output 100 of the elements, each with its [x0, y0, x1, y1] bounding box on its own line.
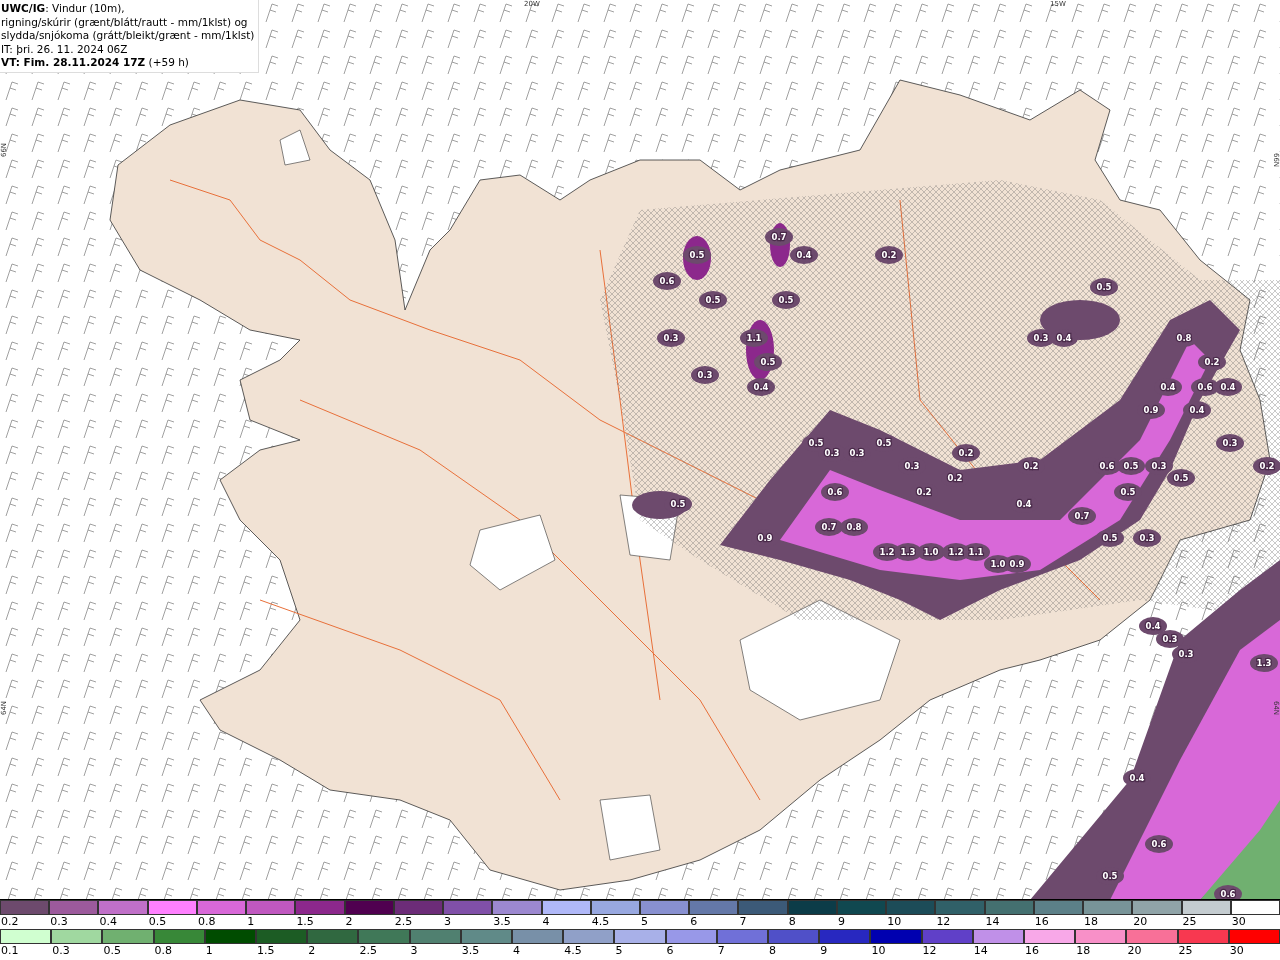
- legend-label: 8: [787, 915, 797, 929]
- legend-label: 0.2: [0, 915, 20, 929]
- legend-label: 9: [819, 944, 829, 958]
- legend-label: 5: [640, 915, 649, 929]
- precipitation-value: 0.3: [824, 448, 840, 458]
- legend-label: 30: [1230, 915, 1247, 929]
- legend-label: 10: [870, 944, 887, 958]
- legend-label: 14: [972, 944, 989, 958]
- legend-label: 4: [541, 915, 551, 929]
- legend-label: 25: [1177, 944, 1194, 958]
- legend-label: 3.5: [492, 915, 512, 929]
- legend-label: 0.1: [0, 944, 20, 958]
- legend-label: 14: [984, 915, 1001, 929]
- legend-label: 7: [716, 944, 726, 958]
- precipitation-value: 0.6: [1220, 889, 1236, 899]
- precipitation-value: 0.4: [1129, 773, 1145, 783]
- legend-label: 2: [344, 915, 354, 929]
- legend-label: 0.3: [51, 944, 71, 958]
- legend-label: 3.5: [460, 944, 481, 958]
- precipitation-value: 0.6: [1197, 382, 1213, 392]
- legend-label: 6: [665, 944, 675, 958]
- legend-label: 1: [204, 944, 214, 958]
- precipitation-value: 1.1: [968, 547, 984, 557]
- precipitation-value: 0.6: [1099, 461, 1115, 471]
- precipitation-value: 0.7: [821, 522, 837, 532]
- precipitation-value: 0.5: [876, 438, 892, 448]
- legend-label: 20: [1132, 915, 1149, 929]
- precipitation-value: 0.8: [846, 522, 862, 532]
- precipitation-value: 0.5: [1123, 461, 1139, 471]
- precipitation-value: 1.3: [900, 547, 916, 557]
- legend-label: 5: [614, 944, 624, 958]
- precipitation-value: 0.6: [1151, 839, 1167, 849]
- precipitation-value: 0.2: [1259, 461, 1275, 471]
- legend-label: 0.5: [102, 944, 122, 958]
- legend-label: 10: [886, 915, 903, 929]
- precipitation-value: 0.2: [881, 250, 897, 260]
- legend-label: 4.5: [563, 944, 583, 958]
- precipitation-value: 1.0: [923, 547, 939, 557]
- legend-label: 16: [1024, 944, 1040, 958]
- precipitation-value: 0.3: [697, 370, 713, 380]
- legend-label: 3: [443, 915, 453, 929]
- legend-label: 7: [738, 915, 748, 929]
- precipitation-value: 1.3: [1256, 658, 1272, 668]
- precipitation-value: 0.3: [1151, 461, 1167, 471]
- legend-label: 0.4: [98, 915, 118, 929]
- precipitation-value: 0.2: [916, 487, 932, 497]
- precipitation-value: 0.5: [778, 295, 794, 305]
- legend-label: 2: [307, 944, 317, 958]
- legend-label: 12: [921, 944, 938, 958]
- precipitation-value: 0.4: [1145, 621, 1161, 631]
- precipitation-value: 0.5: [1173, 473, 1189, 483]
- legend-label: 18: [1083, 915, 1100, 929]
- precipitation-value: 0.4: [1160, 382, 1176, 392]
- precipitation-value: 0.4: [796, 250, 812, 260]
- precipitation-value: 0.3: [1222, 438, 1238, 448]
- precipitation-value: 0.3: [1162, 634, 1178, 644]
- precipitation-value: 0.3: [849, 448, 865, 458]
- precipitation-value: 0.5: [689, 250, 705, 260]
- legend-label: 0.3: [49, 915, 69, 929]
- legend-label: 3: [409, 944, 419, 958]
- precipitation-value: 1.2: [948, 547, 964, 557]
- legend-label: 1: [246, 915, 256, 929]
- legend-label: 12: [935, 915, 952, 929]
- precipitation-value: 0.9: [1143, 405, 1159, 415]
- legend-label: 0.8: [196, 915, 217, 929]
- legend-label: 18: [1075, 944, 1092, 958]
- precipitation-value: 0.4: [753, 382, 769, 392]
- precipitation-value: 0.5: [1102, 533, 1118, 543]
- precipitation-value: 0.2: [947, 473, 963, 483]
- legend-label: 4.5: [590, 915, 611, 929]
- precipitation-value: 0.5: [1102, 871, 1118, 881]
- legend-label: 6: [689, 915, 699, 929]
- caption-line: VT: Fim. 28.11.2024 17Z (+59 h): [1, 56, 190, 70]
- caption-line: rigning/skúrir (grænt/blátt/rautt - mm/1klst) og: [1, 15, 249, 29]
- precipitation-value: 0.5: [670, 499, 686, 509]
- precipitation-value: 0.5: [760, 357, 776, 367]
- legend-label: 1.5: [256, 944, 276, 958]
- precipitation-value: 0.5: [1096, 282, 1112, 292]
- precipitation-value: 0.8: [1176, 333, 1192, 343]
- precipitation-value: 0.2: [1204, 357, 1220, 367]
- precipitation-value: 0.6: [827, 487, 843, 497]
- precipitation-value: 0.9: [757, 533, 773, 543]
- precipitation-value: 0.4: [1056, 333, 1072, 343]
- caption-line: slydda/snjókoma (grátt/bleikt/grænt - mm/1klst): [1, 29, 255, 43]
- caption-line: IT: þri. 26. 11. 2024 06Z: [1, 42, 129, 56]
- legend-label: 1.5: [295, 915, 315, 929]
- precipitation-value: 1.0: [990, 559, 1006, 569]
- precipitation-value: 0.5: [808, 438, 824, 448]
- precipitation-value: 0.3: [663, 333, 679, 343]
- precipitation-value: 0.2: [958, 448, 974, 458]
- precipitation-value: 0.2: [1023, 461, 1039, 471]
- legend-label: 4: [512, 944, 521, 958]
- legend-label: 2.5: [393, 915, 414, 929]
- precipitation-value: 0.4: [1189, 405, 1205, 415]
- legend-label: 30: [1228, 944, 1245, 958]
- precipitation-value: 0.3: [1178, 649, 1194, 659]
- legend-label: 16: [1033, 915, 1050, 929]
- precipitation-value: 0.3: [904, 461, 920, 471]
- precipitation-value: 1.1: [746, 333, 762, 343]
- precipitation-value: 0.5: [705, 295, 721, 305]
